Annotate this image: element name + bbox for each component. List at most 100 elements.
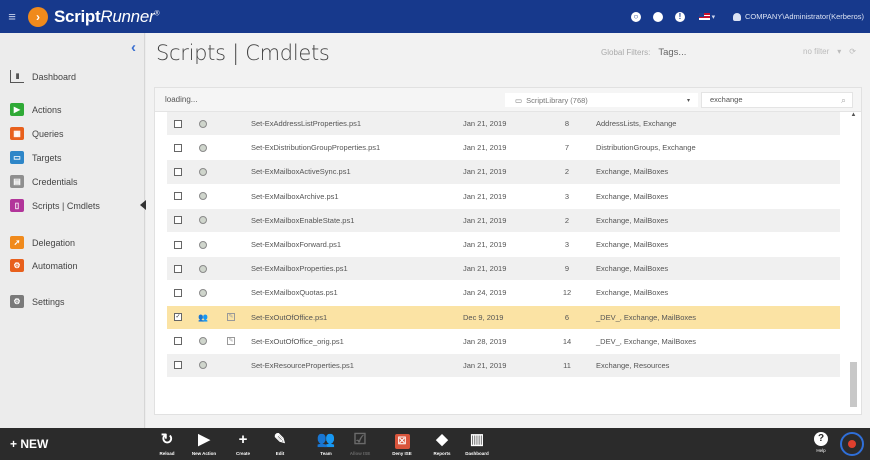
sidebar-item-queries[interactable]: ▦ Queries (10, 127, 138, 140)
deny-ise-icon: ☒ (385, 431, 419, 449)
row-checkbox[interactable] (174, 167, 182, 176)
dashboard-button[interactable]: ▥ Dashboard (460, 431, 494, 456)
sidebar-item-label: Scripts | Cmdlets (32, 200, 100, 211)
sidebar-item-targets[interactable]: ▭ Targets (10, 151, 138, 164)
chevron-down-icon: ▾ (686, 97, 690, 104)
user-name: COMPANY\Administrator(Kerberos) (744, 12, 864, 21)
script-name: Set-ExMailboxActiveSync.ps1 (251, 167, 351, 177)
row-checkbox[interactable] (174, 288, 182, 297)
script-tags: Exchange, Resources (596, 360, 670, 370)
tool-label: Dashboard (465, 451, 489, 456)
row-checkbox[interactable] (174, 361, 182, 370)
sidebar-item-delegation[interactable]: ➚ Delegation (10, 236, 138, 249)
brand-bold: Script (54, 6, 101, 26)
refresh-icon[interactable]: ⟳ (849, 47, 856, 56)
global-filters: Global Filters: Tags... (601, 47, 686, 58)
new-action-button[interactable]: ▶ New Action (187, 431, 221, 456)
sidebar-item-label: Dashboard (32, 71, 77, 82)
language-flag-icon[interactable]: ▾ (691, 13, 723, 21)
scrollbar-thumb[interactable] (850, 362, 857, 407)
script-count: 3 (564, 191, 570, 201)
sidebar-item-label: Settings (32, 296, 65, 307)
row-checkbox[interactable] (174, 264, 182, 273)
table-row[interactable]: Set-ExMailboxArchive.ps1 Jan 21, 2019 3 Exc… (167, 185, 840, 209)
sidebar-item-actions[interactable]: ▶ Actions (10, 103, 138, 116)
table-row[interactable]: Set-ExMailboxForward.ps1 Jan 21, 2019 3 Exc… (167, 233, 840, 258)
sidebar: ‹ ▮ Dashboard ▶ Actions ▦ Queries ▭ Targ… (0, 33, 146, 428)
script-date: Jan 21, 2019 (463, 264, 507, 274)
scroll-up-icon[interactable]: ▲ (849, 112, 858, 118)
table-row[interactable]: Set-ExMailboxQuotas.ps1 Jan 24, 2019 12 Exc… (167, 281, 840, 306)
help-icon: ? (814, 432, 828, 446)
reports-button[interactable]: ◆ Reports (425, 431, 459, 456)
sidebar-item-label: Queries (32, 128, 64, 139)
row-checkbox[interactable] (174, 216, 182, 225)
help-button[interactable]: ? Help (811, 431, 831, 453)
sidebar-item-label: Credentials (32, 176, 78, 187)
collapse-sidebar-icon[interactable]: ‹ (131, 39, 136, 56)
script-tags: DistributionGroups, Exchange (596, 143, 696, 153)
script-count: 7 (564, 143, 570, 153)
script-tags: Exchange, MailBoxes (596, 264, 669, 274)
sidebar-item-dashboard[interactable]: ▮ Dashboard (10, 70, 138, 83)
new-button[interactable]: + NEW (10, 437, 48, 451)
status-orb-icon[interactable] (840, 432, 864, 456)
script-date: Dec 9, 2019 (463, 312, 504, 322)
sidebar-item-label: Targets (32, 152, 62, 163)
table-row[interactable]: Set-ExMailboxEnableState.ps1 Jan 21, 2019… (167, 208, 840, 233)
ise-edit-icon[interactable]: ✎ (227, 337, 235, 346)
reload-icon: ↻ (160, 431, 174, 448)
table-row[interactable]: Set-ExDistributionGroupProperties.ps1 Jan… (167, 136, 840, 161)
create-button[interactable]: + Create (226, 431, 260, 456)
row-checkbox[interactable] (174, 143, 182, 152)
table-row[interactable]: Set-ExMailboxProperties.ps1 Jan 21, 2019 9… (167, 257, 840, 282)
script-tags: _DEV_, Exchange, MailBoxes (596, 336, 697, 346)
row-checkbox[interactable] (174, 337, 182, 346)
script-tags: _DEV_, Exchange, MailBoxes (596, 312, 697, 322)
main-content: Scripts | Cmdlets Global Filters: Tags..… (146, 33, 870, 428)
table-row[interactable]: Set-ExResourceProperties.ps1 Jan 21, 2019… (167, 353, 840, 379)
allow-ise-button[interactable]: ☑ Allow ISE (343, 431, 377, 456)
sidebar-item-scripts[interactable]: ▯ Scripts | Cmdlets (10, 199, 146, 212)
team-button[interactable]: 👥 Team (309, 431, 343, 456)
sidebar-item-credentials[interactable]: ▤ Credentials (10, 175, 138, 188)
script-count: 2 (564, 215, 570, 225)
row-checkbox[interactable]: ✓ (174, 313, 182, 322)
brand-mark: ® (154, 9, 160, 17)
search-value: exchange (710, 95, 743, 104)
brand-light: Runner (100, 6, 155, 26)
row-checkbox[interactable] (174, 119, 182, 128)
script-library-select[interactable]: ▭ ScriptLibrary (768) ▾ (505, 93, 698, 107)
info-circle-icon[interactable]: ○ (625, 0, 647, 33)
row-checkbox[interactable] (174, 192, 182, 201)
sidebar-item-settings[interactable]: ⚙ Settings (10, 295, 138, 308)
deny-ise-button[interactable]: ☒ Deny ISE (385, 431, 419, 456)
script-name: Set-ExAddressListProperties.ps1 (251, 119, 362, 129)
globe-icon (199, 216, 207, 225)
menu-icon[interactable]: ≡ (0, 9, 24, 24)
table-row[interactable]: Set-ExAddressListProperties.ps1 Jan 21, 2… (167, 112, 840, 137)
table-row[interactable]: Set-ExMailboxActiveSync.ps1 Jan 21, 2019 2… (167, 160, 840, 185)
alert-icon[interactable]: ! (669, 0, 691, 33)
search-input[interactable]: exchange ⌕ (701, 92, 853, 108)
table-row[interactable]: ✓ 👥 ✎ Set-ExOutOfOffice.ps1 Dec 9, 2019 6 _DEV… (167, 305, 840, 330)
no-filter-label: no filter (803, 47, 830, 56)
user-account[interactable]: COMPANY\Administrator(Kerberos) (732, 12, 864, 21)
targets-icon: ▭ (10, 151, 24, 164)
queries-icon: ▦ (10, 127, 24, 140)
edit-button[interactable]: ✎ Edit (263, 431, 297, 456)
tags-filter-input[interactable]: Tags... (658, 47, 686, 58)
filter-select[interactable]: no filter ▾ ⟳ (803, 47, 856, 56)
table-row[interactable]: ✎ Set-ExOutOfOffice_orig.ps1 Jan 28, 2019 1… (167, 330, 840, 354)
script-tags: Exchange, MailBoxes (596, 288, 669, 298)
search-icon[interactable]: ⌕ (841, 93, 846, 107)
vertical-scrollbar[interactable]: ▲ (849, 112, 858, 412)
reload-button[interactable]: ↻ Reload (150, 431, 184, 456)
notification-dot-icon[interactable] (647, 0, 669, 33)
ise-edit-icon[interactable]: ✎ (227, 313, 235, 322)
tool-label: Allow ISE (349, 451, 371, 456)
sidebar-item-automation[interactable]: ⚙ Automation (10, 259, 138, 272)
globe-icon (199, 192, 207, 201)
row-checkbox[interactable] (174, 240, 182, 249)
chevron-down-icon: ▾ (837, 47, 842, 56)
